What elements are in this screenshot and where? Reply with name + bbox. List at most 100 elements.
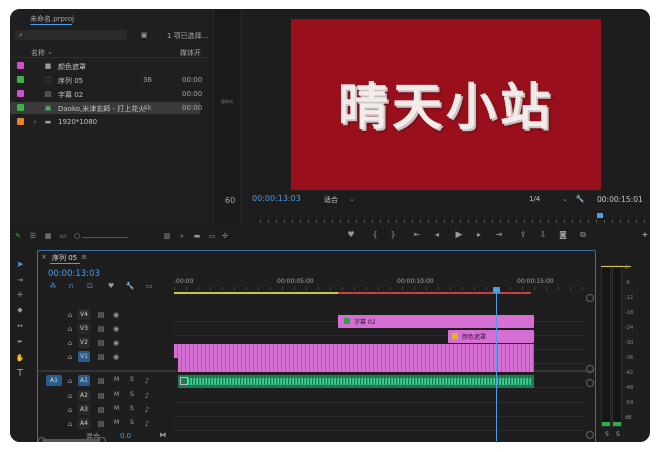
timeline-tab[interactable]: 序列 05: [52, 253, 77, 263]
label-color-swatch[interactable]: [17, 104, 24, 111]
expand-icon[interactable]: ✢: [220, 231, 230, 241]
sync-lock-icon[interactable]: ▤: [96, 391, 106, 401]
list-view-icon[interactable]: ☰: [28, 231, 38, 241]
step-back-icon[interactable]: ◂: [431, 230, 443, 240]
track-target-a4[interactable]: A4: [78, 418, 90, 429]
project-item[interactable]: › ▬ 1920*1080: [10, 116, 200, 128]
track-header-a4[interactable]: ⌂ A4 ▤ M S ♪: [38, 417, 174, 431]
lock-icon[interactable]: ⌂: [65, 324, 75, 334]
chevron-down-icon[interactable]: ⌄: [348, 194, 356, 204]
icon-view-icon[interactable]: ▦: [43, 231, 53, 241]
a1-audio-clip[interactable]: [178, 375, 534, 388]
sync-lock-icon[interactable]: ▤: [96, 419, 106, 429]
mute-button[interactable]: M: [114, 419, 119, 426]
go-to-out-icon[interactable]: ⇥: [493, 230, 505, 240]
media-browser-label[interactable]: 媒体浏: [221, 99, 233, 105]
eye-icon[interactable]: ◉: [111, 324, 121, 334]
lock-icon[interactable]: ⌂: [65, 310, 75, 320]
microphone-icon[interactable]: ♪: [142, 419, 152, 429]
track-target-v2[interactable]: V2: [78, 337, 90, 348]
track-header-v3[interactable]: ⌂ V3 ▤ ◉: [38, 322, 174, 336]
matte-clip[interactable]: 颜色遮罩: [448, 330, 534, 343]
lift-icon[interactable]: ⇪: [517, 230, 529, 240]
track-lane-a2[interactable]: [174, 402, 584, 403]
eye-icon[interactable]: ◉: [111, 310, 121, 320]
label-color-swatch[interactable]: [17, 62, 24, 69]
captions-icon[interactable]: ▭: [144, 281, 154, 291]
track-header-v1[interactable]: ⌂ V1 ▤ ◉: [38, 350, 174, 364]
project-title[interactable]: 未命名.prproj: [30, 14, 74, 24]
export-frame-icon[interactable]: ◙: [557, 230, 569, 240]
lock-icon[interactable]: ⌂: [65, 405, 75, 415]
timeline-current-time[interactable]: 00:00:13:03: [48, 269, 100, 279]
close-icon[interactable]: ×: [40, 252, 48, 262]
extract-icon[interactable]: ⇩: [537, 230, 549, 240]
source-patch-a1[interactable]: A1: [46, 375, 62, 386]
fit-dropdown[interactable]: 适合: [324, 195, 338, 205]
track-lane-a3[interactable]: [174, 416, 584, 417]
v1-video-clip[interactable]: [178, 358, 534, 372]
program-scrub-bar[interactable]: [260, 213, 645, 223]
vertical-scroll-handle[interactable]: [586, 365, 594, 373]
add-icon[interactable]: +: [639, 230, 650, 240]
playhead-marker[interactable]: [597, 213, 603, 218]
go-to-in-icon[interactable]: ⇤: [411, 230, 423, 240]
v2-video-clip[interactable]: [174, 344, 534, 358]
horizontal-scrollbar[interactable]: [42, 439, 100, 442]
lock-icon[interactable]: ⌂: [65, 352, 75, 362]
label-color-swatch[interactable]: [17, 76, 24, 83]
mute-button[interactable]: M: [114, 391, 119, 398]
column-name[interactable]: 名称: [31, 48, 45, 58]
mute-button[interactable]: M: [114, 405, 119, 412]
razor-tool-icon[interactable]: ◆: [14, 305, 26, 315]
lock-icon[interactable]: ⌂: [65, 419, 75, 429]
track-header-v4[interactable]: ⌂ V4 ▤ ◉: [38, 308, 174, 322]
selection-tool-icon[interactable]: ➤: [14, 260, 26, 270]
freeform-view-icon[interactable]: ▭: [58, 231, 68, 241]
track-header-a3[interactable]: ⌂ A3 ▤ M S ♪: [38, 403, 174, 417]
mark-out-icon[interactable]: }: [387, 230, 399, 240]
type-tool-icon[interactable]: T: [14, 369, 26, 379]
eye-icon[interactable]: ◉: [111, 338, 121, 348]
track-header-v2[interactable]: ⌂ V2 ▤ ◉: [38, 336, 174, 350]
meter-solo-left[interactable]: S: [605, 431, 609, 438]
slip-tool-icon[interactable]: ↔: [14, 321, 26, 331]
lock-icon[interactable]: ⌂: [65, 376, 75, 386]
new-bin-icon[interactable]: ▣: [139, 30, 149, 40]
sync-lock-icon[interactable]: ▤: [96, 376, 106, 386]
zoom-slider-track[interactable]: [82, 237, 128, 238]
microphone-icon[interactable]: ♪: [142, 391, 152, 401]
sync-lock-icon[interactable]: ▤: [96, 324, 106, 334]
eye-icon[interactable]: ◉: [111, 352, 121, 362]
play-icon[interactable]: ▶: [453, 230, 465, 240]
scroll-left-handle[interactable]: [38, 437, 46, 442]
new-item-icon[interactable]: ▭: [207, 231, 217, 241]
lock-icon[interactable]: ⌂: [65, 391, 75, 401]
quality-dropdown[interactable]: 1/4: [529, 195, 540, 203]
project-item[interactable]: ⛶ 序列 05 36 00:00: [10, 74, 202, 86]
mix-end-icon[interactable]: ⧓: [158, 430, 168, 440]
pencil-icon[interactable]: ✎: [13, 231, 23, 241]
track-select-tool-icon[interactable]: ⇥: [14, 275, 26, 285]
linked-selection-icon[interactable]: ⊡: [85, 281, 95, 291]
pen-tool-icon[interactable]: ✒: [14, 337, 26, 347]
find-icon[interactable]: ⌕: [177, 231, 187, 241]
chevron-down-icon[interactable]: ⌄: [46, 47, 54, 57]
vertical-scroll-handle[interactable]: [586, 431, 594, 439]
solo-button[interactable]: S: [130, 391, 134, 398]
vertical-scroll-handle[interactable]: [586, 294, 594, 302]
column-media-start[interactable]: 媒体开: [180, 48, 201, 58]
track-target-a3[interactable]: A3: [78, 404, 90, 415]
ripple-edit-tool-icon[interactable]: ✛: [14, 290, 26, 300]
track-header-a2[interactable]: ⌂ A2 ▤ M S ♪: [38, 389, 174, 403]
track-target-v3[interactable]: V3: [78, 323, 90, 334]
chevron-right-icon[interactable]: ›: [32, 117, 38, 127]
solo-button[interactable]: S: [130, 419, 134, 426]
mark-in-icon[interactable]: {: [369, 230, 381, 240]
playhead-handle[interactable]: [493, 287, 500, 293]
project-item[interactable]: ▣ Daoko,米津玄師 - 打上花火 4k 00:00: [10, 102, 202, 114]
vertical-scroll-handle[interactable]: [586, 379, 594, 387]
project-item[interactable]: ▤ 字幕 02 00:00: [10, 88, 202, 100]
add-marker-icon[interactable]: ♥: [106, 281, 116, 291]
track-lane-a4[interactable]: [174, 430, 584, 431]
